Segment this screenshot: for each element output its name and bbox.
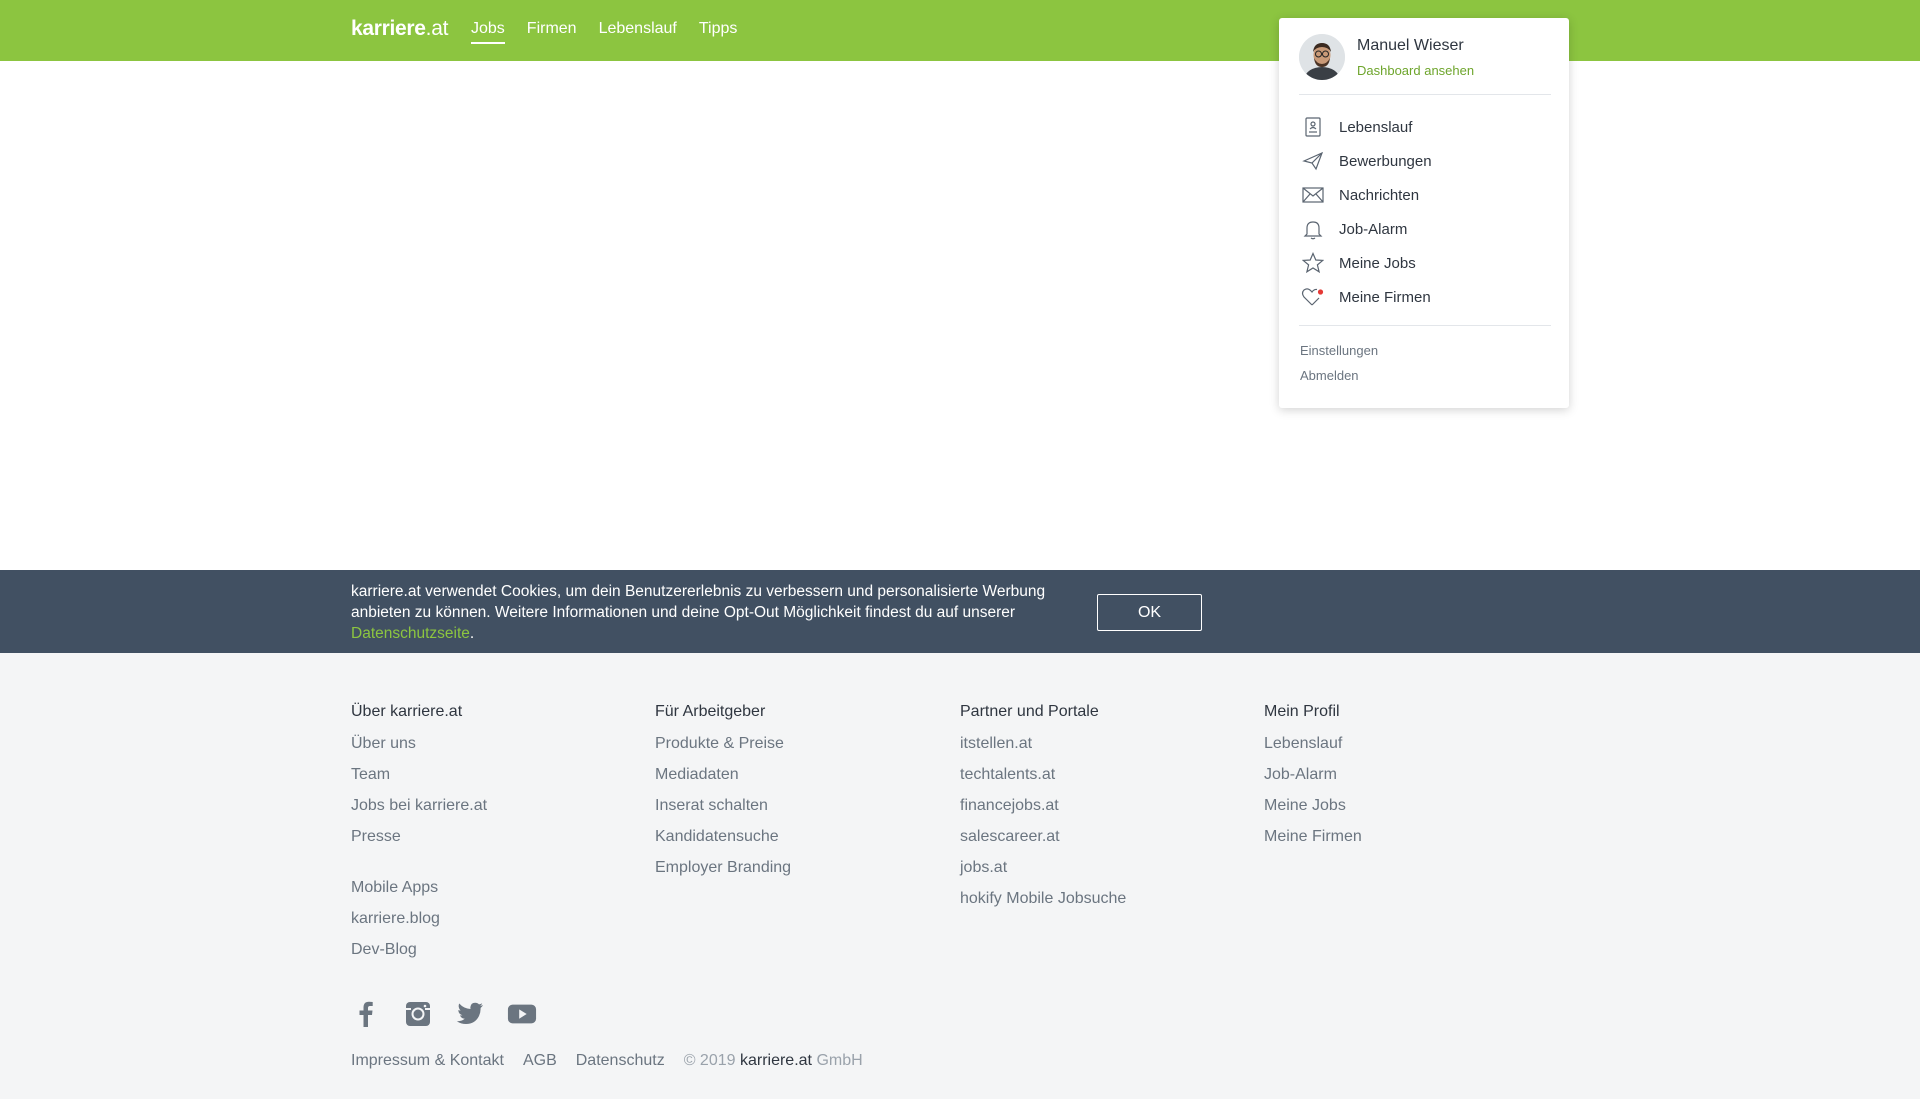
cookie-ok-button[interactable]: OK [1097,594,1202,631]
user-menu-list: Lebenslauf Bewerbungen Nachrichten Job-A… [1301,110,1432,314]
footer-column-about: Über karriere.at Über uns Team Jobs bei … [351,703,487,972]
user-menu-dropdown: Manuel Wieser Dashboard ansehen Lebensla… [1279,18,1569,408]
footer-link[interactable]: Presse [351,828,487,859]
menu-item-label: Meine Firmen [1339,288,1431,306]
footer-link[interactable]: Meine Firmen [1264,828,1362,859]
footer-column-title: Mein Profil [1264,703,1340,720]
user-summary: Manuel Wieser Dashboard ansehen [1299,34,1474,80]
datenschutz-link[interactable]: Datenschutz [576,1052,665,1070]
menu-item-nachrichten[interactable]: Nachrichten [1301,178,1432,212]
footer-column-title: Über karriere.at [351,703,463,720]
footer-link[interactable]: karriere.blog [351,910,487,941]
bell-icon [1301,217,1325,241]
document-icon [1301,115,1325,139]
footer-link[interactable]: Produkte & Preise [655,735,791,766]
footer-link[interactable]: Jobs bei karriere.at [351,797,487,828]
footer-column-title: Für Arbeitgeber [655,703,766,720]
cookie-notice-text: karriere.at verwendet Cookies, um dein B… [351,583,1046,642]
footer: Über karriere.at Über uns Team Jobs bei … [0,653,1920,1099]
nav-lebenslauf[interactable]: Lebenslauf [599,20,677,44]
instagram-icon[interactable] [403,999,433,1029]
menu-item-label: Lebenslauf [1339,118,1413,136]
youtube-icon[interactable] [507,999,537,1029]
footer-column-profile: Mein Profil Lebenslauf Job-Alarm Meine J… [1264,703,1362,859]
divider [1299,325,1551,326]
top-navigation-bar: karriere.at Jobs Firmen Lebenslauf Tipps [0,0,1920,61]
footer-bottom-bar: Impressum & Kontakt AGB Datenschutz © 20… [351,1052,863,1070]
footer-link[interactable]: jobs.at [960,859,1126,890]
divider [1299,94,1551,95]
user-name: Manuel Wieser [1357,36,1464,54]
nav-tipps[interactable]: Tipps [699,20,738,44]
privacy-page-link[interactable]: Datenschutzseite [351,625,470,642]
menu-item-meine-firmen[interactable]: Meine Firmen [1301,280,1432,314]
footer-link[interactable]: techtalents.at [960,766,1126,797]
footer-column-title: Partner und Portale [960,703,1099,720]
footer-link[interactable]: Mobile Apps [351,879,487,910]
agb-link[interactable]: AGB [523,1052,557,1070]
footer-link[interactable]: Employer Branding [655,859,791,890]
karriere-logo[interactable]: karriere.at [351,17,448,41]
nav-jobs[interactable]: Jobs [471,20,505,44]
footer-link[interactable]: itstellen.at [960,735,1126,766]
footer-link[interactable]: hokify Mobile Jobsuche [960,890,1126,921]
social-links [351,999,537,1029]
dashboard-link[interactable]: Dashboard ansehen [1357,63,1474,78]
footer-link[interactable]: Meine Jobs [1264,797,1362,828]
menu-item-lebenslauf[interactable]: Lebenslauf [1301,110,1432,144]
menu-item-label: Nachrichten [1339,186,1420,204]
menu-item-label: Bewerbungen [1339,152,1432,170]
settings-link[interactable]: Einstellungen [1300,343,1378,358]
footer-column-partners: Partner und Portale itstellen.at techtal… [960,703,1126,921]
footer-column-employers: Für Arbeitgeber Produkte & Preise Mediad… [655,703,791,890]
copyright-notice: © 2019 karriere.at GmbH [683,1052,863,1069]
footer-link[interactable]: Dev-Blog [351,941,487,972]
cookie-banner: karriere.at verwendet Cookies, um dein B… [0,570,1920,653]
impressum-link[interactable]: Impressum & Kontakt [351,1052,504,1070]
twitter-icon[interactable] [455,999,485,1029]
menu-item-label: Job-Alarm [1339,220,1408,238]
logout-link[interactable]: Abmelden [1300,368,1359,383]
heart-icon [1301,285,1325,309]
footer-link[interactable]: salescareer.at [960,828,1126,859]
footer-link[interactable]: Lebenslauf [1264,735,1362,766]
menu-item-label: Meine Jobs [1339,254,1416,272]
footer-link[interactable]: financejobs.at [960,797,1126,828]
footer-link[interactable]: Mediadaten [655,766,791,797]
star-icon [1301,251,1325,275]
footer-link[interactable]: Job-Alarm [1264,766,1362,797]
main-nav: Jobs Firmen Lebenslauf Tipps [471,20,737,44]
nav-firmen[interactable]: Firmen [527,20,577,44]
footer-link[interactable]: Kandidatensuche [655,828,791,859]
footer-link[interactable]: Inserat schalten [655,797,791,828]
avatar[interactable] [1299,34,1345,80]
menu-item-job-alarm[interactable]: Job-Alarm [1301,212,1432,246]
facebook-icon[interactable] [351,999,381,1029]
menu-item-bewerbungen[interactable]: Bewerbungen [1301,144,1432,178]
envelope-icon [1301,183,1325,207]
footer-link[interactable]: Team [351,766,487,797]
menu-item-meine-jobs[interactable]: Meine Jobs [1301,246,1432,280]
paper-plane-icon [1301,149,1325,173]
footer-link[interactable]: Über uns [351,735,487,766]
